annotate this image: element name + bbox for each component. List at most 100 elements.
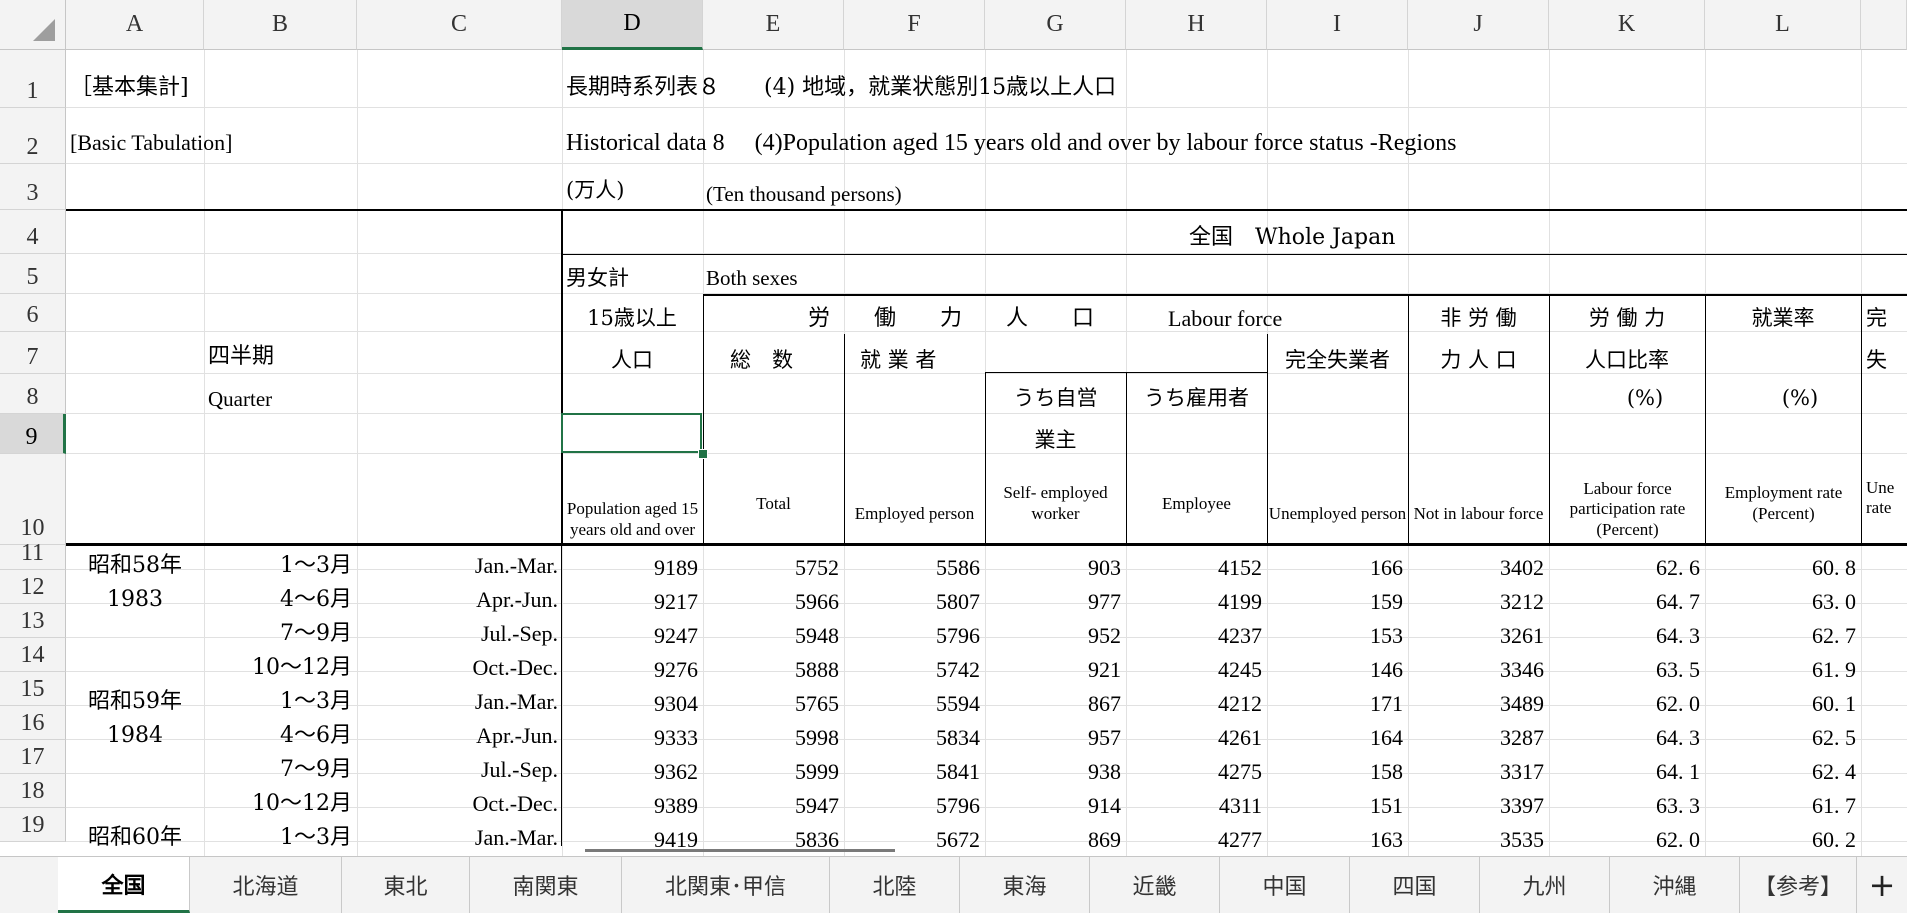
row-header-19[interactable]: 19 <box>0 808 66 842</box>
column-header-B[interactable]: B <box>204 0 357 50</box>
row-header-13[interactable]: 13 <box>0 604 66 638</box>
sheet-tab-4[interactable]: 北関東･甲信 <box>622 857 830 913</box>
data-cell[interactable]: 9189 <box>560 555 698 581</box>
sheet-tab-6[interactable]: 東海 <box>960 857 1090 913</box>
data-cell[interactable]: 5742 <box>842 657 980 683</box>
data-cell[interactable]: 938 <box>983 759 1121 785</box>
data-cell[interactable]: 867 <box>983 691 1121 717</box>
data-cell[interactable]: 60. 2 <box>1718 827 1856 853</box>
data-cell[interactable]: 5966 <box>701 589 839 615</box>
data-cell[interactable]: 3346 <box>1406 657 1544 683</box>
sheet-tab-2[interactable]: 東北 <box>342 857 470 913</box>
add-sheet-button[interactable]: + <box>1857 857 1907 913</box>
select-all-corner[interactable] <box>0 0 66 50</box>
data-cell[interactable]: 3261 <box>1406 623 1544 649</box>
row-header-3[interactable]: 3 <box>0 164 66 210</box>
data-cell[interactable]: 153 <box>1265 623 1403 649</box>
column-header-G[interactable]: G <box>985 0 1126 50</box>
sheet-tab-5[interactable]: 北陸 <box>830 857 960 913</box>
data-cell[interactable]: 63. 0 <box>1718 589 1856 615</box>
data-cell[interactable]: 164 <box>1265 725 1403 751</box>
data-cell[interactable]: 159 <box>1265 589 1403 615</box>
column-header-C[interactable]: C <box>357 0 562 50</box>
data-cell[interactable]: 4277 <box>1124 827 1262 853</box>
row-header-5[interactable]: 5 <box>0 254 66 294</box>
sheet-tab-3[interactable]: 南関東 <box>470 857 622 913</box>
data-cell[interactable]: 5807 <box>842 589 980 615</box>
data-cell[interactable]: 4152 <box>1124 555 1262 581</box>
row-header-16[interactable]: 16 <box>0 706 66 740</box>
data-cell[interactable]: 62. 4 <box>1718 759 1856 785</box>
data-cell[interactable]: 3397 <box>1406 793 1544 819</box>
data-cell[interactable]: 158 <box>1265 759 1403 785</box>
data-cell[interactable]: 3287 <box>1406 725 1544 751</box>
row-header-4[interactable]: 4 <box>0 210 66 254</box>
column-header-m[interactable] <box>1861 0 1907 50</box>
data-cell[interactable]: 3489 <box>1406 691 1544 717</box>
data-cell[interactable]: 5947 <box>701 793 839 819</box>
column-header-A[interactable]: A <box>66 0 204 50</box>
data-cell[interactable]: 5796 <box>842 793 980 819</box>
data-cell[interactable]: 3402 <box>1406 555 1544 581</box>
data-cell[interactable]: 61. 9 <box>1718 657 1856 683</box>
sheet-tab-7[interactable]: 近畿 <box>1090 857 1220 913</box>
data-cell[interactable]: 166 <box>1265 555 1403 581</box>
data-cell[interactable]: 914 <box>983 793 1121 819</box>
column-header-J[interactable]: J <box>1408 0 1549 50</box>
row-header-14[interactable]: 14 <box>0 638 66 672</box>
column-header-E[interactable]: E <box>703 0 844 50</box>
row-header-7[interactable]: 7 <box>0 332 66 374</box>
fill-handle[interactable] <box>698 449 708 459</box>
data-cell[interactable]: 9217 <box>560 589 698 615</box>
data-cell[interactable]: 869 <box>983 827 1121 853</box>
column-header-L[interactable]: L <box>1705 0 1861 50</box>
data-cell[interactable]: 163 <box>1265 827 1403 853</box>
data-cell[interactable]: 62. 0 <box>1562 827 1700 853</box>
sheet-tab-0[interactable]: 全国 <box>58 857 190 913</box>
data-cell[interactable]: 4311 <box>1124 793 1262 819</box>
data-cell[interactable]: 5999 <box>701 759 839 785</box>
data-cell[interactable]: 61. 7 <box>1718 793 1856 819</box>
data-cell[interactable]: 63. 5 <box>1562 657 1700 683</box>
data-cell[interactable]: 4212 <box>1124 691 1262 717</box>
data-cell[interactable]: 62. 6 <box>1562 555 1700 581</box>
column-header-F[interactable]: F <box>844 0 985 50</box>
row-header-10[interactable]: 10 <box>0 454 66 545</box>
data-cell[interactable]: 903 <box>983 555 1121 581</box>
data-cell[interactable]: 64. 7 <box>1562 589 1700 615</box>
data-cell[interactable]: 3317 <box>1406 759 1544 785</box>
data-cell[interactable]: 63. 3 <box>1562 793 1700 819</box>
data-cell[interactable]: 5834 <box>842 725 980 751</box>
data-cell[interactable]: 60. 1 <box>1718 691 1856 717</box>
data-cell[interactable]: 62. 0 <box>1562 691 1700 717</box>
data-cell[interactable]: 9247 <box>560 623 698 649</box>
data-cell[interactable]: 62. 5 <box>1718 725 1856 751</box>
data-cell[interactable]: 4237 <box>1124 623 1262 649</box>
data-cell[interactable]: 64. 3 <box>1562 725 1700 751</box>
spreadsheet-grid[interactable]: A B C D E F G H I J K L 1 2 3 4 5 6 7 8 9 10 11 12 13 14 15 16 17 18 1… <box>0 0 1907 856</box>
row-header-6[interactable]: 6 <box>0 294 66 332</box>
data-cell[interactable]: 62. 7 <box>1718 623 1856 649</box>
data-cell[interactable]: 146 <box>1265 657 1403 683</box>
data-cell[interactable]: 9304 <box>560 691 698 717</box>
sheet-tab-1[interactable]: 北海道 <box>190 857 342 913</box>
row-header-15[interactable]: 15 <box>0 672 66 706</box>
data-cell[interactable]: 4199 <box>1124 589 1262 615</box>
data-cell[interactable]: 3212 <box>1406 589 1544 615</box>
data-cell[interactable]: 921 <box>983 657 1121 683</box>
data-cell[interactable]: 5586 <box>842 555 980 581</box>
data-cell[interactable]: 151 <box>1265 793 1403 819</box>
sheet-tab-10[interactable]: 九州 <box>1480 857 1610 913</box>
data-cell[interactable]: 5948 <box>701 623 839 649</box>
data-cell[interactable]: 4275 <box>1124 759 1262 785</box>
data-cell[interactable]: 5998 <box>701 725 839 751</box>
sheet-tab-8[interactable]: 中国 <box>1220 857 1350 913</box>
data-cell[interactable]: 5888 <box>701 657 839 683</box>
row-header-11[interactable]: 11 <box>0 540 66 570</box>
data-cell[interactable]: 9389 <box>560 793 698 819</box>
sheet-tab-12[interactable]: 【参考】 <box>1740 857 1857 913</box>
data-cell[interactable]: 3535 <box>1406 827 1544 853</box>
sheet-tab-9[interactable]: 四国 <box>1350 857 1480 913</box>
row-header-18[interactable]: 18 <box>0 774 66 808</box>
data-cell[interactable]: 5841 <box>842 759 980 785</box>
